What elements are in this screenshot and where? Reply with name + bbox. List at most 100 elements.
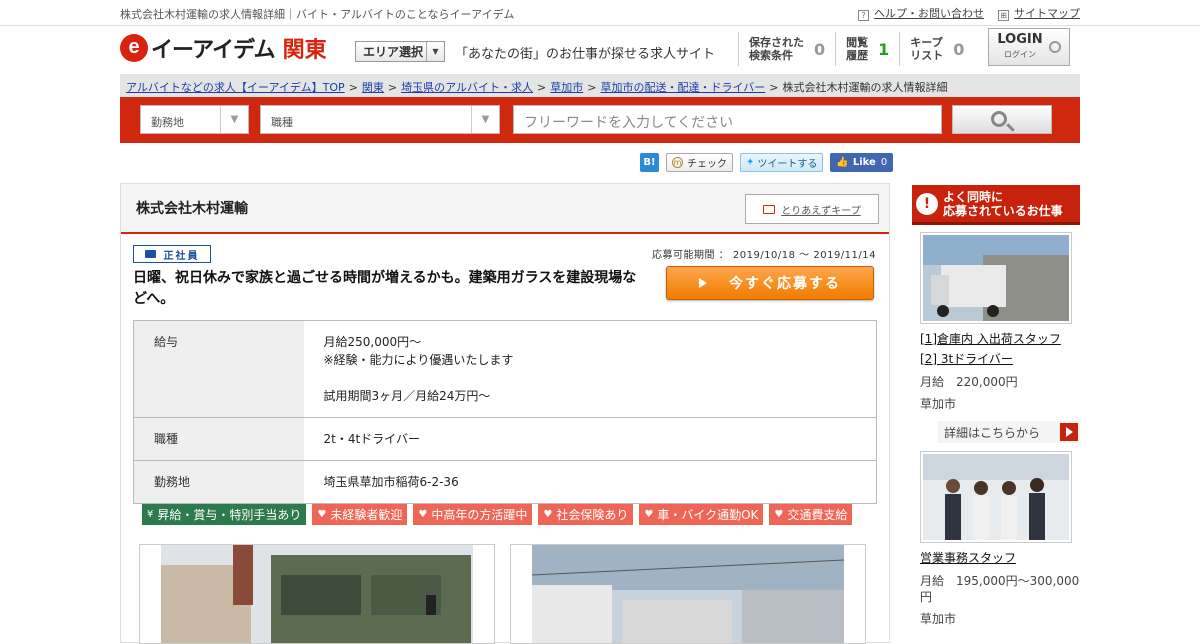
job-card-header: 株式会社木村運輸 とりあえずキープ [121, 184, 889, 234]
region-label: 関東 [282, 38, 327, 63]
related-job-pay: 月給 220,000円 [920, 375, 1018, 389]
apply-now-label: 今すぐ応募する [729, 276, 841, 292]
table-row: 職種 2t・4tドライバー [133, 417, 877, 461]
related-job-location: 草加市 [920, 612, 957, 626]
job-photo [510, 544, 866, 644]
related-job-title-line: [1]倉庫内 入出荷スタッフ [920, 332, 1061, 346]
company-name: 株式会社木村運輸 [136, 201, 248, 217]
jobtype-select[interactable]: 職種 ▼ [260, 105, 500, 134]
related-jobs-sidebar: ! よく同時に 応募されているお仕事 [1]倉庫内 入出荷スタッフ [2] 3tドラ… [912, 185, 1080, 627]
table-row: 給与 月給250,000円〜 ※経験・能力により優遇いたします 試用期間3ヶ月／… [133, 320, 877, 418]
apply-now-button[interactable]: 今すぐ応募する [666, 266, 874, 300]
fb-like-label: Like [852, 157, 876, 168]
salary-label: 給与 [133, 320, 304, 418]
related-job-title[interactable]: 営業事務スタッフ [920, 548, 1080, 568]
jobtype-label: 職種 [133, 417, 304, 461]
heart-icon: ♥ [418, 509, 428, 520]
breadcrumb-link-saitama[interactable]: 埼玉県のアルバイト・求人 [401, 81, 533, 94]
exclamation-icon: ! [916, 192, 938, 215]
facebook-like-button[interactable]: 👍 Like 0 [830, 153, 894, 172]
feature-tag: ♥ 中高年の方活躍中 [413, 504, 533, 525]
feature-tag-label: 未経験者歓迎 [330, 508, 403, 522]
area-select-button[interactable]: エリア選択 ▼ [355, 41, 445, 62]
help-link[interactable]: ? ヘルプ・お問い合わせ [858, 5, 984, 21]
table-row: 勤務地 埼玉県草加市稲荷6-2-36 [133, 460, 877, 504]
related-job-title[interactable]: [1]倉庫内 入出荷スタッフ [2] 3tドライバー [920, 329, 1080, 369]
breadcrumb-link-soka[interactable]: 草加市 [550, 81, 583, 94]
search-bar: 勤務地 ▼ 職種 ▼ フリーワードを入力してください [120, 97, 1080, 143]
breadcrumb-link-delivery[interactable]: 草加市の配送・配達・ドライバー [600, 81, 765, 94]
job-photo [139, 544, 495, 644]
employment-type-badge: 正社員 [133, 245, 211, 263]
job-detail-card: 株式会社木村運輸 とりあえずキープ 正社員 応募可能期間 ： 2019/10/1… [120, 183, 890, 644]
feature-tag: ♥ 社会保険あり [538, 504, 634, 525]
breadcrumb-link-top[interactable]: アルバイトなどの求人【イーアイデム】TOP [126, 81, 345, 94]
related-job-thumbnail[interactable] [920, 451, 1072, 543]
saved-search-counter[interactable]: 保存された 検索条件 0 [738, 32, 835, 66]
related-job-title-line: [2] 3tドライバー [920, 352, 1013, 366]
thumbs-up-icon: 👍 [836, 157, 849, 168]
slogan: 「あなたの街」のお仕事が探せる求人サイト [455, 47, 716, 62]
jobtype-select-label: 職種 [271, 116, 293, 129]
freeword-placeholder: フリーワードを入力してください [524, 115, 734, 131]
feature-tag-label: 中高年の方活躍中 [431, 508, 528, 522]
search-button[interactable] [952, 105, 1052, 134]
search-icon [991, 111, 1007, 127]
feature-tag: ♥ 未経験者歓迎 [312, 504, 408, 525]
salary-line: 試用期間3ヶ月／月給24万円〜 [323, 389, 491, 403]
job-headline: 日曜、祝日休みで家族と過ごせる時間が増えるかも。建築用ガラスを建設現場などへ。 [133, 270, 637, 307]
feature-tag-label: 車・バイク通勤OK [657, 508, 759, 522]
login-button[interactable]: LOGIN ログイン [988, 28, 1070, 66]
breadcrumb-link-kanto[interactable]: 関東 [362, 81, 384, 94]
mixi-icon: m [672, 157, 683, 168]
site-logo[interactable]: e イーアイデム 関東 [120, 34, 327, 63]
chevron-down-icon: ▼ [220, 106, 248, 133]
mixi-check-label: チェック [687, 159, 727, 170]
breadcrumb: アルバイトなどの求人【イーアイデム】TOP > 関東 > 埼玉県のアルバイト・求人 > 草加… [120, 74, 1080, 97]
related-job-item[interactable]: 営業事務スタッフ 月給 195,000円～300,000円 草加市 [912, 451, 1080, 627]
related-job-detail-button[interactable]: 詳細はこちらから [938, 421, 1080, 443]
sitemap-link-label: サイトマップ [1014, 7, 1080, 20]
sidebar-heading-line-1: よく同時に [943, 189, 1004, 204]
feature-tag-label: 交通費支給 [787, 508, 848, 522]
breadcrumb-current: 株式会社木村運輸の求人情報詳細 [782, 81, 948, 94]
history-counter[interactable]: 閲覧 履歴 1 [835, 32, 899, 66]
related-job-pay: 月給 195,000円～300,000円 [920, 574, 1080, 604]
salary-line: ※経験・能力により優遇いたします [323, 353, 514, 367]
sitemap-link[interactable]: ⊞ サイトマップ [998, 5, 1080, 21]
salary-line: 月給250,000円〜 [323, 335, 422, 349]
location-value: 埼玉県草加市稲荷6-2-36 [303, 460, 877, 504]
logo-brand: イーアイデム [151, 38, 276, 63]
truck-photo [161, 545, 473, 643]
feature-tag-label: 社会保険あり [556, 508, 629, 522]
feature-tag: ♥ 交通費支給 [769, 504, 853, 525]
tweet-label: ツイートする [757, 159, 818, 170]
heart-icon: ♥ [543, 509, 553, 520]
yen-icon: ¥ [147, 509, 154, 520]
briefcase-icon [144, 250, 156, 258]
heart-icon: ♥ [317, 509, 327, 520]
heart-icon: ♥ [774, 509, 784, 520]
social-buttons: B! m チェック ✦ ツイートする 👍 Like 0 [640, 153, 894, 172]
feature-tag-label: 昇給・賞与・特別手当あり [157, 508, 302, 522]
feature-tag: ¥ 昇給・賞与・特別手当あり [142, 504, 307, 525]
top-strip: 株式会社木村運輸の求人情報詳細｜バイト・アルバイトのことならイーアイデム ? ヘル… [0, 0, 1200, 26]
freeword-input[interactable]: フリーワードを入力してください [513, 105, 942, 134]
user-counters: 保存された 検索条件 0 閲覧 履歴 1 キープ リスト 0 [738, 32, 974, 66]
keep-list-counter[interactable]: キープ リスト 0 [899, 32, 974, 66]
job-info-table: 給与 月給250,000円〜 ※経験・能力により優遇いたします 試用期間3ヶ月／… [133, 320, 877, 504]
hatena-bookmark-button[interactable]: B! [640, 153, 659, 172]
arrow-right-icon [1060, 423, 1078, 441]
feature-tag: ♥ 車・バイク通勤OK [639, 504, 764, 525]
help-icon: ? [858, 10, 869, 21]
mixi-check-button[interactable]: m チェック [666, 153, 733, 172]
saved-search-label-2: 検索条件 [749, 49, 793, 62]
sidebar-heading: ! よく同時に 応募されているお仕事 [912, 185, 1080, 225]
related-job-thumbnail[interactable] [920, 232, 1072, 324]
keep-button[interactable]: とりあえずキープ [745, 194, 879, 224]
location-select[interactable]: 勤務地 ▼ [140, 105, 249, 134]
login-label: LOGIN [997, 31, 1043, 47]
twitter-bird-icon: ✦ [746, 157, 755, 168]
related-job-item[interactable]: [1]倉庫内 入出荷スタッフ [2] 3tドライバー 月給 220,000円 草加… [912, 232, 1080, 443]
tweet-button[interactable]: ✦ ツイートする [740, 153, 824, 172]
